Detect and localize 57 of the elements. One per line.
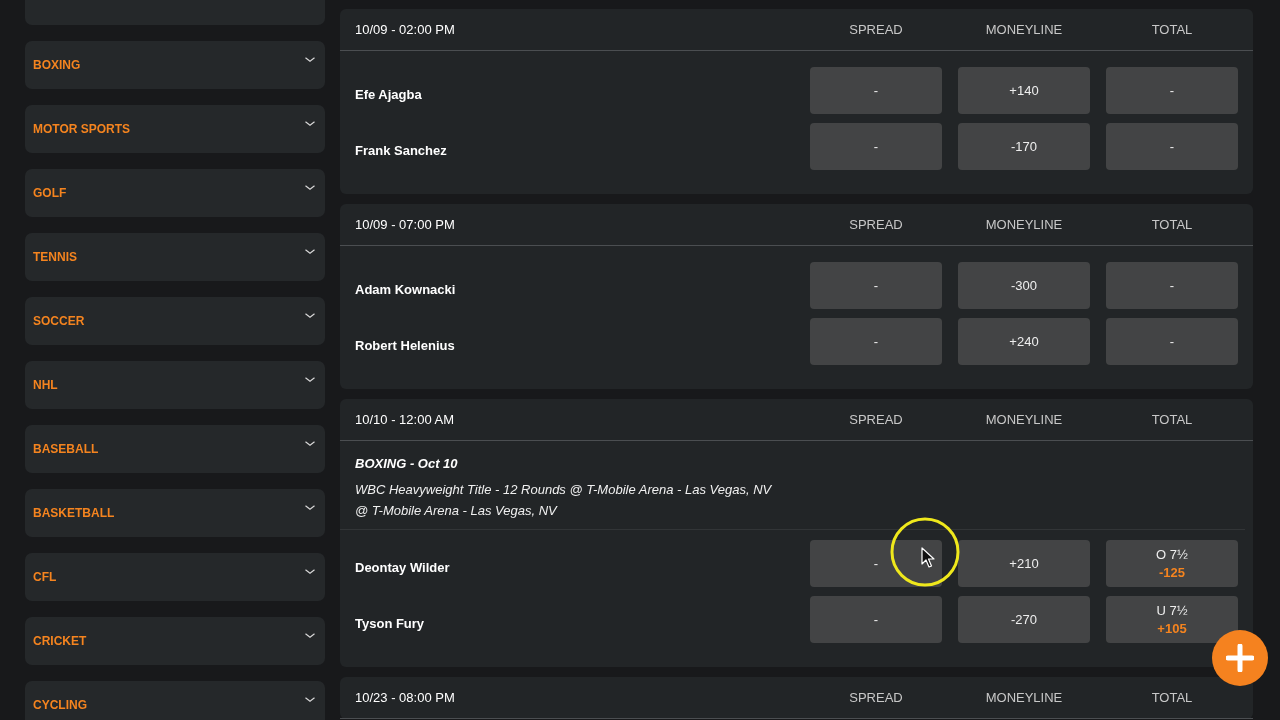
sport-category-button[interactable]: TENNIS	[25, 233, 325, 281]
sport-category-button[interactable]: CFL	[25, 553, 325, 601]
odds-button[interactable]: O 7½ -125	[1106, 540, 1238, 587]
column-header: TOTAL	[1151, 412, 1193, 427]
event-description: @ T-Mobile Arena - Las Vegas, NV	[355, 502, 557, 520]
competitor-name: Adam Kownacki	[355, 282, 456, 297]
sport-category-button[interactable]: BASEBALL	[25, 425, 325, 473]
column-header: MONEYLINE	[985, 217, 1063, 232]
sport-category-button[interactable]: SOCCER	[25, 297, 325, 345]
odds-button[interactable]: -	[810, 596, 942, 643]
odds-button[interactable]: -	[810, 67, 942, 114]
event-date: 10/10 - 12:00 AM	[355, 412, 454, 427]
odds-button[interactable]: -	[810, 318, 942, 365]
odds-button[interactable]: U 7½ +105	[1106, 596, 1238, 643]
sport-category-button[interactable]: BASKETBALL	[25, 489, 325, 537]
sport-category-button[interactable]: CRICKET	[25, 617, 325, 665]
column-header: MONEYLINE	[985, 690, 1063, 705]
column-header: SPREAD	[849, 412, 903, 427]
column-header: SPREAD	[849, 22, 903, 37]
cursor-icon	[889, 516, 961, 588]
odds-button[interactable]: -170	[958, 123, 1090, 170]
event-date: 10/09 - 02:00 PM	[355, 22, 455, 37]
sport-category-button[interactable]: BOXING	[25, 41, 325, 89]
odds-button[interactable]: -270	[958, 596, 1090, 643]
column-header: SPREAD	[849, 217, 903, 232]
column-header: MONEYLINE	[985, 22, 1063, 37]
column-header: SPREAD	[849, 690, 903, 705]
event-date: 10/09 - 07:00 PM	[355, 217, 455, 232]
event-description: WBC Heavyweight Title - 12 Rounds @ T-Mobile Arena - Las Vegas, NV	[355, 481, 772, 499]
sport-category-button[interactable]: MOTOR SPORTS	[25, 105, 325, 153]
column-header: MONEYLINE	[985, 412, 1063, 427]
odds-button[interactable]: -	[1106, 262, 1238, 309]
odds-button[interactable]: -300	[958, 262, 1090, 309]
competitor-name: Deontay Wilder	[355, 560, 450, 575]
sport-category-button[interactable]: CYCLING	[25, 681, 325, 720]
odds-button[interactable]: -	[1106, 318, 1238, 365]
competitor-name: Tyson Fury	[355, 616, 425, 631]
plus-icon	[1226, 644, 1254, 672]
odds-button[interactable]: -	[1106, 67, 1238, 114]
odds-button[interactable]: +240	[958, 318, 1090, 365]
odds-button[interactable]: -	[810, 540, 942, 587]
event-title: BOXING - Oct 10	[355, 455, 458, 473]
sport-category-button[interactable]: GOLF	[25, 169, 325, 217]
odds-button[interactable]: +210	[958, 540, 1090, 587]
competitor-name: Frank Sanchez	[355, 143, 447, 158]
odds-button[interactable]: +140	[958, 67, 1090, 114]
column-header: TOTAL	[1151, 22, 1193, 37]
add-button[interactable]	[1212, 630, 1268, 686]
sport-category-button[interactable]: NHL	[25, 361, 325, 409]
event-date: 10/23 - 08:00 PM	[355, 690, 455, 705]
odds-button[interactable]: -	[810, 262, 942, 309]
column-header: TOTAL	[1151, 217, 1193, 232]
odds-button[interactable]: -	[1106, 123, 1238, 170]
competitor-name: Efe Ajagba	[355, 87, 422, 102]
odds-button[interactable]: -	[810, 123, 942, 170]
column-header: TOTAL	[1151, 690, 1193, 705]
competitor-name: Robert Helenius	[355, 338, 455, 353]
